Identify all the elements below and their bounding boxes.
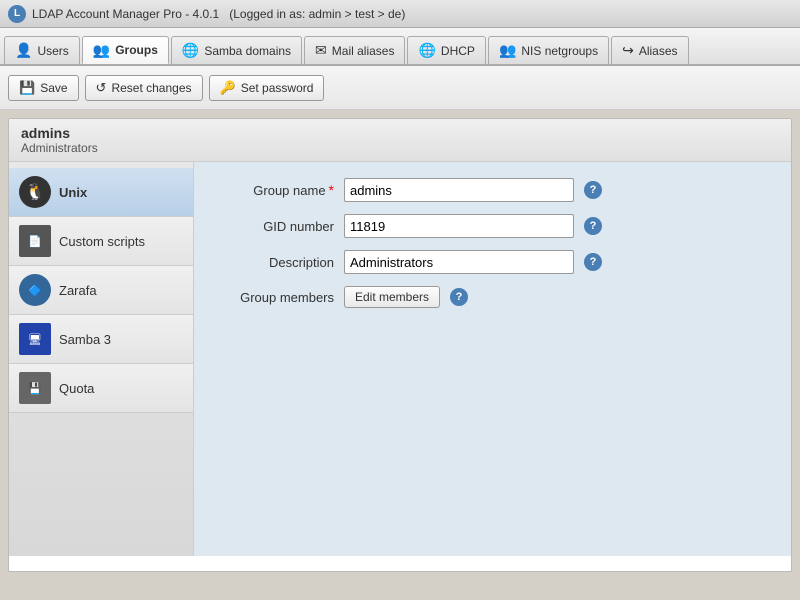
samba-domains-icon: 🌐	[182, 42, 199, 59]
tab-mail-aliases[interactable]: ✉ Mail aliases	[304, 36, 405, 64]
sidebar-label-quota: Quota	[59, 381, 94, 396]
group-name-label: Group name *	[214, 182, 334, 198]
sidebar-label-unix: Unix	[59, 185, 87, 200]
toolbar: 💾 Save ↺ Reset changes 🔑 Set password	[0, 66, 800, 110]
tab-dhcp-label: DHCP	[441, 44, 475, 58]
tab-users-label: Users	[37, 44, 68, 58]
tab-samba-domains-label: Samba domains	[204, 44, 291, 58]
sidebar-item-unix[interactable]: 🐧 Unix	[9, 168, 193, 217]
description-input[interactable]	[344, 250, 574, 274]
content-area: admins Administrators 🐧 Unix 📄 Custom sc…	[8, 118, 792, 572]
reset-button[interactable]: ↺ Reset changes	[85, 75, 203, 101]
save-label: Save	[40, 81, 67, 95]
quota-icon: 💾	[19, 372, 51, 404]
password-label: Set password	[241, 81, 314, 95]
group-members-label: Group members	[214, 290, 334, 305]
sidebar-item-zarafa[interactable]: 🔷 Zarafa	[9, 266, 193, 315]
group-name-help-icon[interactable]: ?	[584, 181, 602, 199]
app-icon: L	[8, 5, 26, 23]
tab-groups-label: Groups	[115, 43, 158, 57]
sidebar-label-zarafa: Zarafa	[59, 283, 97, 298]
sidebar-item-custom-scripts[interactable]: 📄 Custom scripts	[9, 217, 193, 266]
sidebar-item-quota[interactable]: 💾 Quota	[9, 364, 193, 413]
tab-aliases-label: Aliases	[639, 44, 678, 58]
reset-icon: ↺	[96, 80, 107, 96]
custom-scripts-icon: 📄	[19, 225, 51, 257]
zarafa-icon: 🔷	[19, 274, 51, 306]
titlebar: L LDAP Account Manager Pro - 4.0.1 (Logg…	[0, 0, 800, 28]
form-area: Group name * ? GID number ? Description	[194, 162, 791, 556]
edit-members-button[interactable]: Edit members	[344, 286, 440, 308]
description-row: Description ?	[214, 250, 771, 274]
groups-icon: 👥	[93, 42, 110, 59]
tab-nis-netgroups[interactable]: 👥 NIS netgroups	[488, 36, 609, 64]
sidebar-label-custom-scripts: Custom scripts	[59, 234, 145, 249]
gid-number-help-icon[interactable]: ?	[584, 217, 602, 235]
group-members-row: Group members Edit members ?	[214, 286, 771, 308]
tab-nis-netgroups-label: NIS netgroups	[521, 44, 598, 58]
mail-aliases-icon: ✉	[315, 42, 327, 59]
users-icon: 👤	[15, 42, 32, 59]
save-button[interactable]: 💾 Save	[8, 75, 79, 101]
nav-tabs: 👤 Users 👥 Groups 🌐 Samba domains ✉ Mail …	[0, 28, 800, 66]
group-subtitle: Administrators	[21, 141, 779, 155]
group-name-input[interactable]	[344, 178, 574, 202]
tab-mail-aliases-label: Mail aliases	[332, 44, 395, 58]
tab-dhcp[interactable]: 🌐 DHCP	[407, 36, 485, 64]
save-icon: 💾	[19, 80, 35, 96]
reset-label: Reset changes	[111, 81, 191, 95]
app-title: LDAP Account Manager Pro - 4.0.1 (Logged…	[32, 7, 405, 21]
set-password-button[interactable]: 🔑 Set password	[209, 75, 325, 101]
samba-icon: 🖥	[19, 323, 51, 355]
linux-icon: 🐧	[19, 176, 51, 208]
edit-members-label: Edit members	[355, 290, 429, 304]
gid-number-label: GID number	[214, 219, 334, 234]
tab-samba-domains[interactable]: 🌐 Samba domains	[171, 36, 302, 64]
description-help-icon[interactable]: ?	[584, 253, 602, 271]
sidebar: 🐧 Unix 📄 Custom scripts 🔷 Zarafa 🖥 Samba…	[9, 162, 194, 556]
nis-netgroups-icon: 👥	[499, 42, 516, 59]
sidebar-label-samba3: Samba 3	[59, 332, 111, 347]
description-label: Description	[214, 255, 334, 270]
sidebar-item-samba3[interactable]: 🖥 Samba 3	[9, 315, 193, 364]
password-icon: 🔑	[220, 80, 236, 96]
gid-number-row: GID number ?	[214, 214, 771, 238]
gid-number-input[interactable]	[344, 214, 574, 238]
tab-users[interactable]: 👤 Users	[4, 36, 80, 64]
login-info: (Logged in as: admin > test > de)	[229, 7, 405, 21]
aliases-icon: ↪	[622, 42, 634, 59]
dhcp-icon: 🌐	[418, 42, 435, 59]
required-star: *	[329, 182, 334, 198]
group-title: admins	[21, 125, 779, 141]
group-header: admins Administrators	[9, 119, 791, 162]
tab-aliases[interactable]: ↪ Aliases	[611, 36, 688, 64]
group-members-help-icon[interactable]: ?	[450, 288, 468, 306]
main-layout: 🐧 Unix 📄 Custom scripts 🔷 Zarafa 🖥 Samba…	[9, 162, 791, 556]
tab-groups[interactable]: 👥 Groups	[82, 36, 169, 64]
group-name-row: Group name * ?	[214, 178, 771, 202]
app-name: LDAP Account Manager Pro - 4.0.1	[32, 7, 219, 21]
